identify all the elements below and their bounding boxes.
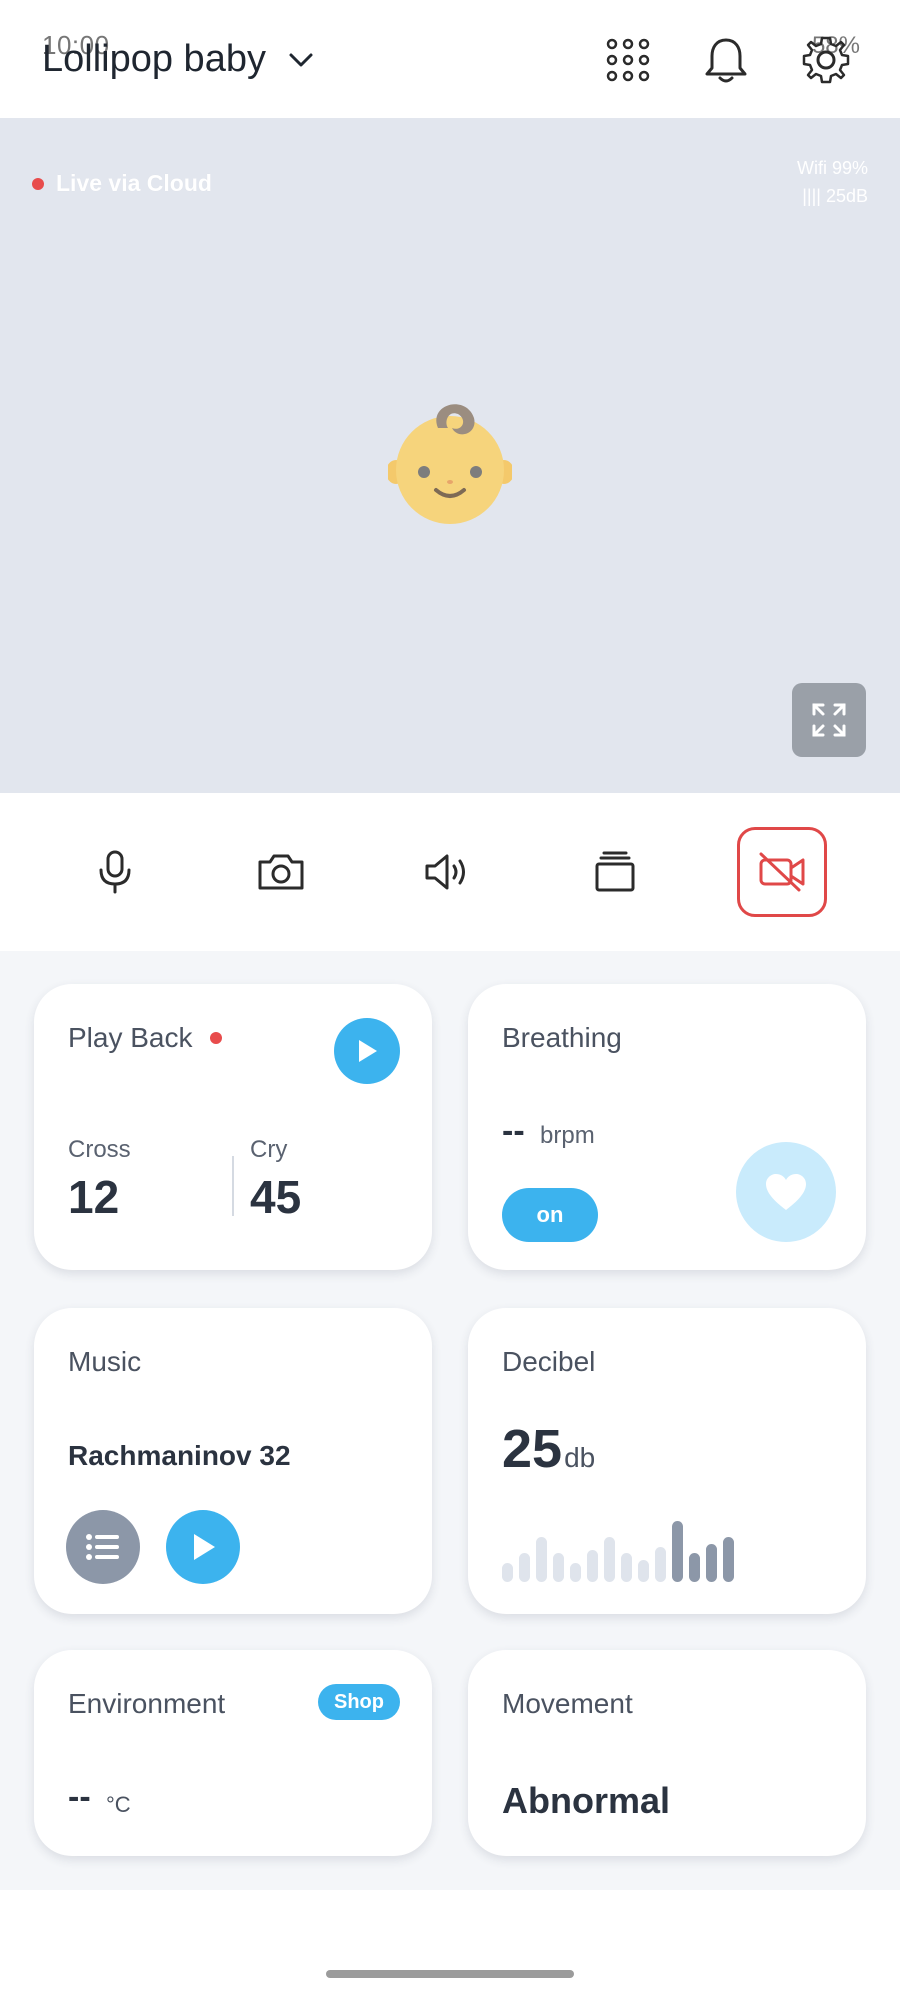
cross-count: 12 xyxy=(68,1171,120,1223)
microphone-icon xyxy=(99,850,131,894)
bottom-area xyxy=(0,1890,900,2000)
decibel-bar xyxy=(553,1553,564,1582)
app-header: Lollipop baby xyxy=(0,0,900,118)
speaker-button[interactable] xyxy=(403,827,493,917)
decibel-card[interactable]: Decibel 25 db xyxy=(468,1308,866,1614)
decibel-bar xyxy=(672,1521,683,1582)
music-play-button[interactable] xyxy=(166,1510,240,1584)
home-indicator[interactable] xyxy=(326,1970,574,1978)
environment-card[interactable]: Environment Shop -- °C xyxy=(34,1650,432,1856)
decibel-bar xyxy=(587,1550,598,1582)
settings-button[interactable] xyxy=(798,32,854,88)
decibel-bar xyxy=(502,1563,513,1582)
gear-icon xyxy=(802,36,850,84)
live-label: Live via Cloud xyxy=(56,170,212,196)
fullscreen-button[interactable] xyxy=(792,683,866,757)
decibel-bar xyxy=(604,1537,615,1582)
playback-card[interactable]: Play Back Cross 12 Cry 45 xyxy=(34,984,432,1270)
heart-icon xyxy=(766,1174,806,1210)
environment-title: Environment xyxy=(68,1688,226,1719)
breathing-value: -- xyxy=(502,1112,525,1150)
breathing-title: Breathing xyxy=(502,1022,622,1053)
decibel-level-bars xyxy=(502,1518,742,1582)
decibel-bar xyxy=(723,1537,734,1582)
movement-title: Movement xyxy=(502,1688,633,1719)
playback-play-button[interactable] xyxy=(334,1018,400,1084)
music-title: Music xyxy=(68,1346,142,1377)
play-icon xyxy=(194,1534,215,1560)
decibel-bar xyxy=(689,1553,700,1582)
movement-status: Abnormal xyxy=(502,1780,671,1821)
breathing-unit: brpm xyxy=(540,1122,595,1149)
gallery-button[interactable] xyxy=(570,827,660,917)
list-icon xyxy=(86,1534,119,1560)
playlist-button[interactable] xyxy=(66,1510,140,1584)
environment-unit: °C xyxy=(106,1792,131,1817)
control-bar xyxy=(0,793,900,951)
dots-grid-icon xyxy=(606,38,650,82)
playback-title: Play Back xyxy=(68,1022,193,1053)
noise-level: |||| 25dB xyxy=(802,186,868,206)
breathing-card[interactable]: Breathing -- brpm on xyxy=(468,984,866,1270)
record-video-button[interactable] xyxy=(737,827,827,917)
video-off-icon xyxy=(759,852,805,892)
decibel-value: 25 xyxy=(502,1419,563,1479)
music-card[interactable]: Music Rachmaninov 32 xyxy=(34,1308,432,1614)
decibel-unit: db xyxy=(564,1442,596,1473)
play-icon xyxy=(359,1040,377,1062)
decibel-title: Decibel xyxy=(502,1346,596,1377)
music-track: Rachmaninov 32 xyxy=(68,1440,291,1471)
cross-label: Cross xyxy=(68,1136,131,1163)
live-dot xyxy=(32,177,44,190)
camera-icon xyxy=(258,854,304,890)
snapshot-button[interactable] xyxy=(236,827,326,917)
grid-menu-icon[interactable] xyxy=(600,32,656,88)
chevron-down-icon xyxy=(289,53,313,66)
breathing-toggle[interactable]: on xyxy=(502,1188,598,1242)
baby-selector[interactable]: Lollipop baby xyxy=(42,38,316,81)
decibel-bar xyxy=(519,1553,530,1582)
cry-count: 45 xyxy=(250,1171,302,1223)
decibel-bar xyxy=(621,1553,632,1582)
microphone-button[interactable] xyxy=(70,827,160,917)
live-video-view[interactable]: Live via Cloud Wifi 99% |||| 25dB xyxy=(0,118,900,793)
bell-icon xyxy=(705,38,747,83)
decibel-bar xyxy=(638,1560,649,1582)
breathing-heart-badge xyxy=(736,1142,836,1242)
divider xyxy=(232,1156,234,1216)
decibel-bar xyxy=(655,1547,666,1582)
shop-button[interactable]: Shop xyxy=(318,1684,400,1720)
baby-name: Lollipop baby xyxy=(42,38,266,80)
decibel-bar xyxy=(570,1563,581,1582)
decibel-bar xyxy=(536,1537,547,1582)
baby-face-icon xyxy=(388,404,512,524)
decibel-reading: 25 db xyxy=(502,1418,595,1480)
movement-card[interactable]: Movement Abnormal xyxy=(468,1650,866,1856)
cry-label: Cry xyxy=(250,1136,288,1163)
expand-icon xyxy=(812,703,846,737)
decibel-bar xyxy=(706,1544,717,1582)
recording-dot xyxy=(210,1032,222,1044)
speaker-icon xyxy=(425,854,465,890)
wifi-strength: Wifi 99% xyxy=(796,158,868,178)
notifications-button[interactable] xyxy=(698,32,754,88)
live-indicator: Live via Cloud xyxy=(32,170,212,197)
signal-info: Wifi 99% |||| 25dB xyxy=(797,154,868,210)
environment-value: -- xyxy=(68,1778,91,1816)
stack-icon xyxy=(595,851,635,892)
